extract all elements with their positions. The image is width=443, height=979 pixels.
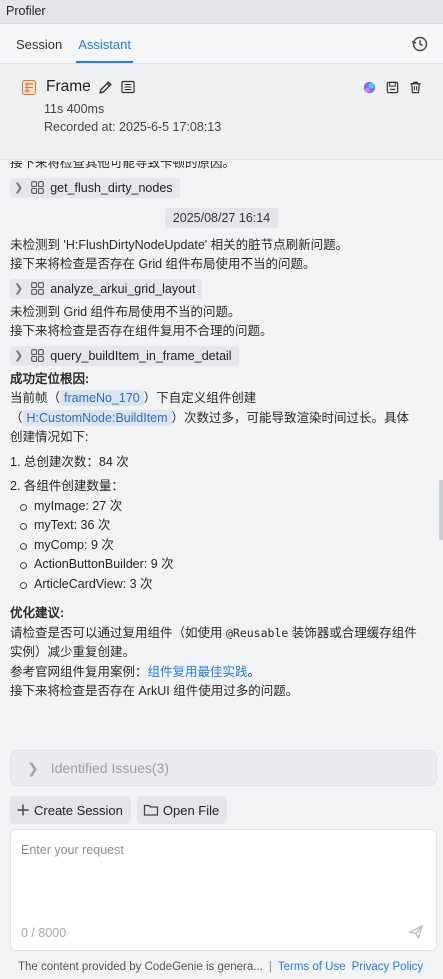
frame-recorded-at: Recorded at: 2025-6-5 17:08:13 [44, 120, 222, 134]
frame-number-chip[interactable]: frameNo_170 [60, 390, 144, 406]
root-cause-title: 成功定位根因: [10, 371, 90, 386]
tool-name: get_flush_dirty_nodes [50, 180, 173, 195]
list-item: myImage: 27 次 [20, 497, 433, 517]
document-icon[interactable] [120, 79, 136, 95]
list-item: 1. 总创建次数：84 次 [10, 454, 129, 469]
tool-call-chip[interactable]: ❯ analyze_arkui_grid_layout [10, 278, 203, 299]
message-line: 当前帧（ frameNo_170 ）下自定义组件创建 [10, 389, 433, 409]
history-icon[interactable] [411, 35, 429, 53]
component-count-list: myImage: 27 次 myText: 36 次 myComp: 9 次 A… [10, 497, 433, 595]
list-item: myComp: 9 次 [20, 536, 433, 556]
tab-assistant[interactable]: Assistant [76, 37, 133, 63]
create-session-button[interactable]: Create Session [10, 796, 131, 824]
text-span: ）下自定义组件创建 [143, 391, 257, 405]
text-span: （ [10, 410, 23, 425]
open-file-button[interactable]: Open File [136, 796, 228, 824]
message-line: 接下来将检查是否存在组件复用不合理的问题。 [10, 324, 273, 338]
tool-call-chip[interactable]: ❯ query_buildItem_in_frame_detail [10, 345, 239, 366]
message-line: （H:CustomNode:BuildItem ）次数过多，可能导致渲染时间过长。… [10, 409, 433, 429]
message-line: 接下来将检查是否存在 ArkUI 组件使用过多的问题。 [10, 684, 299, 698]
list-item: myText: 36 次 [20, 516, 433, 536]
message-line: 接下来将检查是否存在 Grid 组件布局使用不当的问题。 [10, 257, 316, 271]
action-buttons: Create Session Open File [10, 796, 228, 824]
tool-name: query_buildItem_in_frame_detail [50, 348, 232, 363]
plus-icon [17, 804, 29, 816]
grid-icon [31, 349, 45, 362]
list-item: 2. 各组件创建数量： [10, 479, 124, 493]
chat-transcript[interactable]: 接下来将检查其他可能导致卡顿的原因。 ❯ get_flush_dirty_nod… [0, 161, 443, 751]
footer: The content provided by CodeGenie is gen… [0, 954, 443, 979]
text-span: 请检查是否可以通过复用组件（如使用 [10, 625, 226, 640]
terms-link[interactable]: Terms of Use [278, 961, 346, 973]
grid-icon [31, 181, 45, 194]
message-line: 实例）减少重复创建。 [10, 645, 136, 659]
message-line: 未检测到 'H:FlushDirtyNodeUpdate' 相关的脏节点刷新问题… [10, 237, 349, 252]
genie-icon[interactable] [362, 80, 377, 95]
window-title: Profiler [0, 0, 443, 24]
tab-session[interactable]: Session [14, 37, 64, 63]
send-icon[interactable] [408, 924, 424, 940]
character-counter: 0 / 8000 [21, 926, 67, 940]
text-span: 参考官网组件复用案例： [10, 664, 148, 679]
message-line: 参考官网组件复用案例：组件复用最佳实践。 [10, 663, 433, 683]
grid-icon [31, 282, 45, 295]
node-name-chip[interactable]: H:CustomNode:BuildItem [22, 409, 172, 426]
message-line: 未检测到 Grid 组件布局使用不当的问题。 [10, 304, 241, 319]
edit-icon[interactable] [97, 79, 114, 96]
privacy-link[interactable]: Privacy Policy [352, 961, 424, 973]
disclaimer-text: The content provided by CodeGenie is gen… [18, 960, 263, 973]
code-span: @Reusable [225, 625, 289, 640]
frame-title: Frame [46, 78, 91, 95]
tool-call-chip[interactable]: ❯ get_flush_dirty_nodes [10, 177, 180, 198]
request-input-box: 0 / 8000 [10, 829, 437, 951]
text-span: 装饰器或合理缓存组件 [288, 625, 417, 640]
frame-icon [22, 79, 36, 95]
best-practice-link[interactable]: 组件复用最佳实践 [148, 665, 248, 679]
identified-issues-panel[interactable]: ❯ Identified Issues(3) [10, 750, 437, 786]
save-icon[interactable] [385, 80, 400, 95]
delete-icon[interactable] [408, 80, 423, 95]
message-line: 创建情况如下: [10, 430, 89, 444]
open-file-label: Open File [162, 802, 220, 818]
message-line: 请检查是否可以通过复用组件（如使用 @Reusable 装饰器或合理缓存组件 [10, 624, 433, 644]
panel-resize-handle[interactable] [439, 480, 443, 540]
identified-issues-label: Identified Issues(3) [50, 760, 170, 776]
create-session-label: Create Session [34, 802, 123, 818]
timestamp: 2025/08/27 16:14 [164, 207, 279, 228]
chevron-right-icon: ❯ [14, 350, 24, 362]
chevron-right-icon: ❯ [14, 283, 24, 295]
text-span: 。 [247, 664, 261, 679]
list-item: ActionButtonBuilder: 9 次 [20, 555, 433, 575]
optimization-title: 优化建议: [10, 606, 65, 620]
text-span: ）次数过多，可能导致渲染时间过长。具体 [171, 410, 410, 425]
frame-header: Frame 11s 400ms Recorded at: 2025-6-5 17… [0, 64, 443, 160]
request-input[interactable] [11, 830, 436, 910]
list-item: ArticleCardView: 3 次 [20, 575, 433, 595]
text-span: 当前帧（ [10, 391, 61, 405]
footer-separator: | [268, 960, 272, 973]
message-line: 接下来将检查其他可能导致卡顿的原因。 [10, 161, 236, 170]
folder-icon [143, 804, 159, 816]
chevron-right-icon: ❯ [27, 759, 39, 776]
tab-bar: Session Assistant [0, 24, 443, 64]
frame-duration: 11s 400ms [44, 102, 105, 116]
tool-name: analyze_arkui_grid_layout [50, 281, 196, 296]
chevron-right-icon: ❯ [14, 182, 24, 194]
